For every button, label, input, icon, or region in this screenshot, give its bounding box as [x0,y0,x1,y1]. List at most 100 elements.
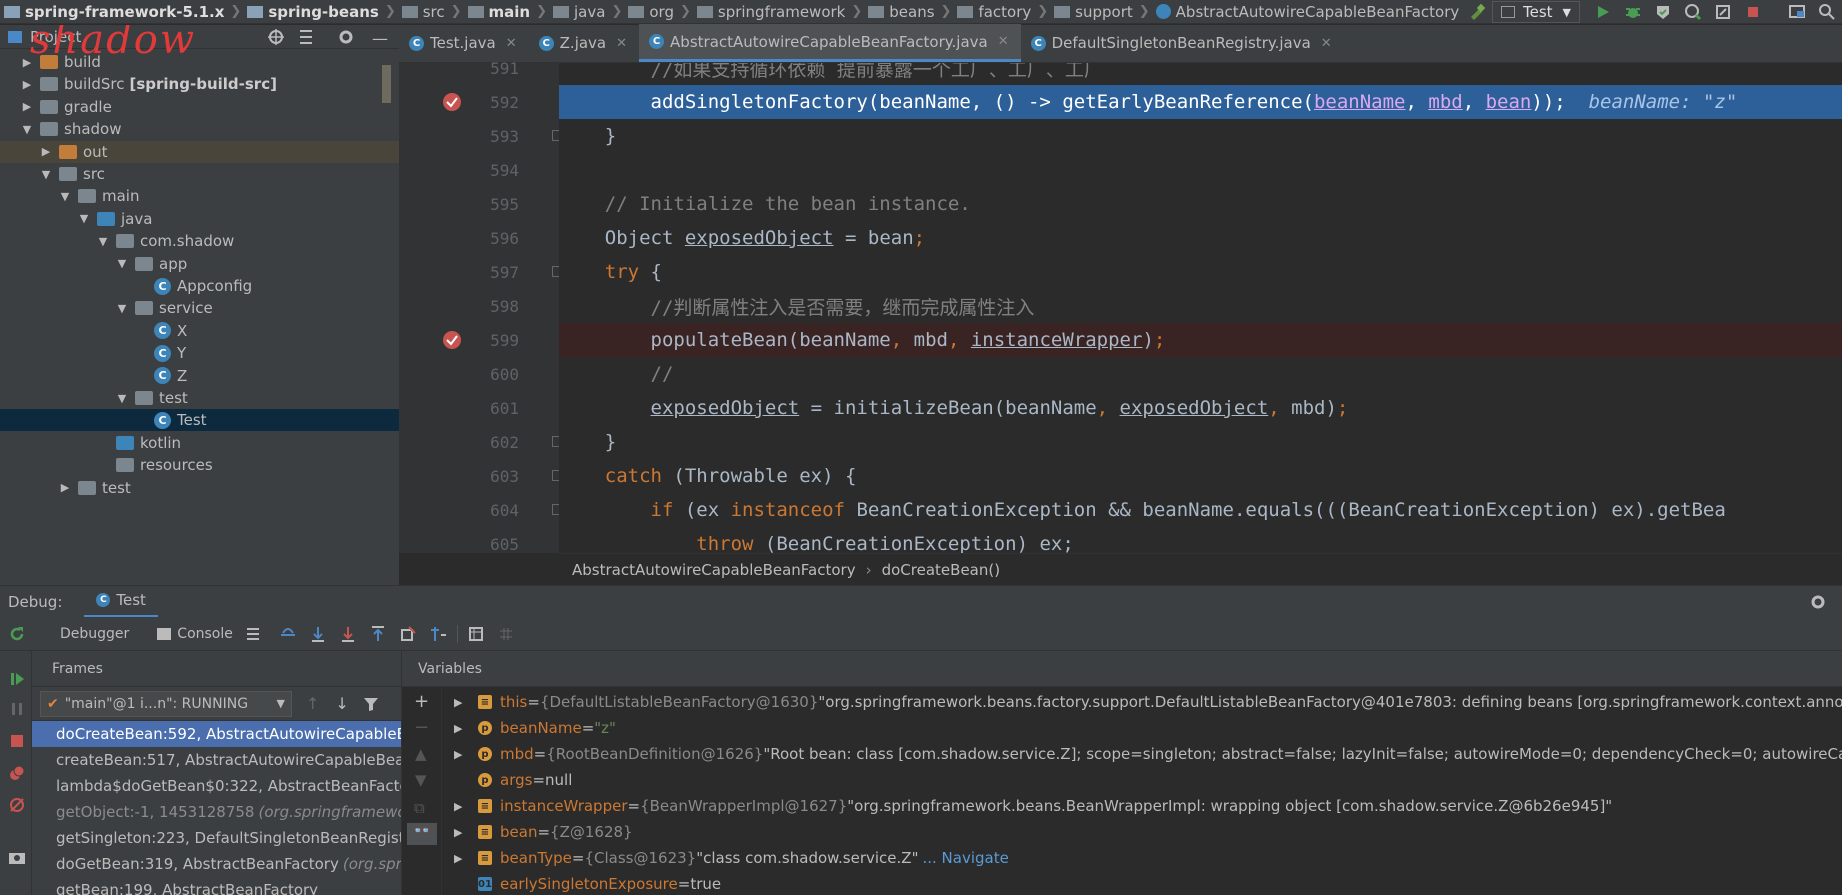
add-watch-icon[interactable]: + [414,691,429,712]
tree-item[interactable]: kotlin [0,432,399,454]
stack-frame[interactable]: doCreateBean:592, AbstractAutowireCapabl… [32,721,401,747]
chevron-right-icon[interactable]: ▶ [20,78,34,91]
breadcrumb-item[interactable]: springframework [693,0,849,24]
breadcrumb-item[interactable]: support [1050,0,1137,24]
chevron-down-icon[interactable]: ▼ [58,190,72,203]
chevron-down-icon[interactable]: ▼ [20,123,34,136]
stop-icon[interactable] [1738,0,1768,24]
stack-frame[interactable]: getBean:199, AbstractBeanFactory [32,877,401,895]
breadcrumb-item[interactable]: spring-framework-5.1.x [0,0,228,24]
coverage-icon[interactable] [1648,0,1678,24]
chevron-right-icon[interactable]: ▶ [454,696,468,709]
attach-icon[interactable] [1708,0,1738,24]
drop-frame-icon[interactable] [399,625,417,643]
run-to-cursor-icon[interactable] [429,625,447,643]
chevron-right-icon[interactable]: ▶ [20,56,34,69]
close-icon[interactable]: ✕ [616,36,627,51]
close-icon[interactable]: ✕ [998,34,1009,49]
resume-icon[interactable] [9,671,25,687]
editor-tab[interactable]: C DefaultSingletonBeanRegistry.java ✕ [1021,24,1344,62]
gear-icon[interactable] [1810,594,1826,610]
chevron-right-icon[interactable]: ▶ [454,748,468,761]
evaluate-expression-icon[interactable] [468,626,484,642]
editor-tab[interactable]: C Test.java ✕ [399,24,529,62]
arrow-up-icon[interactable]: ↑ [306,694,319,713]
chevron-right-icon[interactable]: ▶ [39,145,53,158]
breadcrumb-item[interactable]: factory [953,0,1035,24]
stack-frame[interactable]: createBean:517, AbstractAutowireCapableB… [32,747,401,773]
chevron-right-icon[interactable]: ▶ [454,826,468,839]
editor-tab[interactable]: C Z.java ✕ [529,24,639,62]
locate-icon[interactable] [268,29,284,45]
chevron-down-icon[interactable]: ▼ [77,212,91,225]
hide-panel-icon[interactable]: — [372,29,388,48]
chevron-right-icon[interactable]: ▶ [20,100,34,113]
view-breakpoints-icon[interactable] [9,765,25,781]
variable-row[interactable]: ▶ ≡ instanceWrapper = {BeanWrapperImpl@162… [454,793,1612,819]
run-configuration-select[interactable]: Test ▼ [1491,1,1580,23]
camera-icon[interactable] [8,849,26,865]
tree-item[interactable]: ▼ test [0,387,399,409]
step-into-icon[interactable] [339,625,357,643]
navigate-link[interactable]: ... Navigate [922,849,1008,867]
breadcrumb-item[interactable]: AbstractAutowireCapableBeanFactory [1152,0,1464,24]
breadcrumb-method[interactable]: doCreateBean() [882,561,1000,579]
tree-item[interactable]: ▶ gradle [0,96,399,118]
chevron-down-icon[interactable]: ▼ [115,257,129,270]
variable-row[interactable]: ▶ ≡ bean = {Z@1628} [454,819,633,845]
chevron-down-icon[interactable]: ▼ [39,168,53,181]
chevron-down-icon[interactable]: ▼ [96,235,110,248]
variable-row[interactable]: ▶ ≡ beanType = {Class@1623} "class com.shad… [454,845,1009,871]
tab-debugger[interactable]: Debugger [52,626,137,642]
tree-item[interactable]: ▼ main [0,185,399,207]
tree-item[interactable]: ▶ build [0,51,399,73]
variable-row[interactable]: ▶ p beanName = "z" [454,715,616,741]
run-icon[interactable] [1588,0,1618,24]
variable-row[interactable]: ▶ p mbd = {RootBeanDefinition@1626} "Root b… [454,741,1842,767]
chevron-down-icon[interactable]: ▼ [115,302,129,315]
search-icon[interactable] [1812,0,1842,24]
stack-frame[interactable]: getSingleton:223, DefaultSingletonBeanRe… [32,825,401,851]
editor-tab[interactable]: C AbstractAutowireCapableBeanFactory.java… [639,24,1021,62]
tree-item[interactable]: ▼ src [0,163,399,185]
chevron-right-icon[interactable]: ▶ [454,722,468,735]
tree-item[interactable]: ▼ service [0,297,399,319]
project-structure-icon[interactable] [1782,0,1812,24]
tab-console[interactable]: Console [177,626,233,642]
variable-row[interactable]: 01 earlySingletonExposure = true [454,871,721,895]
layout-icon[interactable] [245,626,261,642]
tree-item[interactable]: CY [0,342,399,364]
breakpoint-icon[interactable] [443,93,461,111]
tree-item[interactable]: ▼ com.shadow [0,230,399,252]
tree-item[interactable]: CZ [0,365,399,387]
arrow-down-icon[interactable]: ↓ [335,694,348,713]
variable-row[interactable]: p args = null [454,767,572,793]
tree-item[interactable]: C Test [0,409,399,432]
close-icon[interactable]: ✕ [1321,36,1332,51]
tree-item[interactable]: ▼ app [0,253,399,275]
stack-frame[interactable]: getObject:-1, 1453128758 (org.springframe… [32,799,401,825]
tree-item[interactable]: ▼ java [0,208,399,230]
breadcrumb-item[interactable]: java [549,0,609,24]
tree-item[interactable]: ▶ out [0,140,399,163]
glasses-icon[interactable]: 👓 [407,823,437,845]
tree-item[interactable]: C Appconfig [0,275,399,297]
tree-item[interactable]: ▶ buildSrc [spring-build-src] [0,73,399,95]
mute-breakpoints-icon[interactable] [9,797,25,813]
show-execution-point-icon[interactable] [279,625,297,643]
step-over-icon[interactable] [309,625,327,643]
tree-item[interactable]: resources [0,454,399,476]
tree-item[interactable]: ▼ shadow [0,118,399,140]
breadcrumb-item[interactable]: spring-beans [243,0,383,24]
rerun-icon[interactable] [8,625,26,643]
stop-icon[interactable] [9,733,25,749]
variable-row[interactable]: ▶ ≡ this = {DefaultListableBeanFactory@163… [454,689,1842,715]
chevron-down-icon[interactable]: ▼ [115,392,129,405]
debug-session-tab[interactable]: C Test [84,586,158,618]
tree-item[interactable]: CX [0,320,399,342]
breadcrumb-item[interactable]: main [464,0,535,24]
project-scrollbar[interactable] [382,65,391,103]
build-icon[interactable] [1462,0,1492,24]
breadcrumb-item[interactable]: org [624,0,678,24]
pause-icon[interactable] [9,701,25,717]
